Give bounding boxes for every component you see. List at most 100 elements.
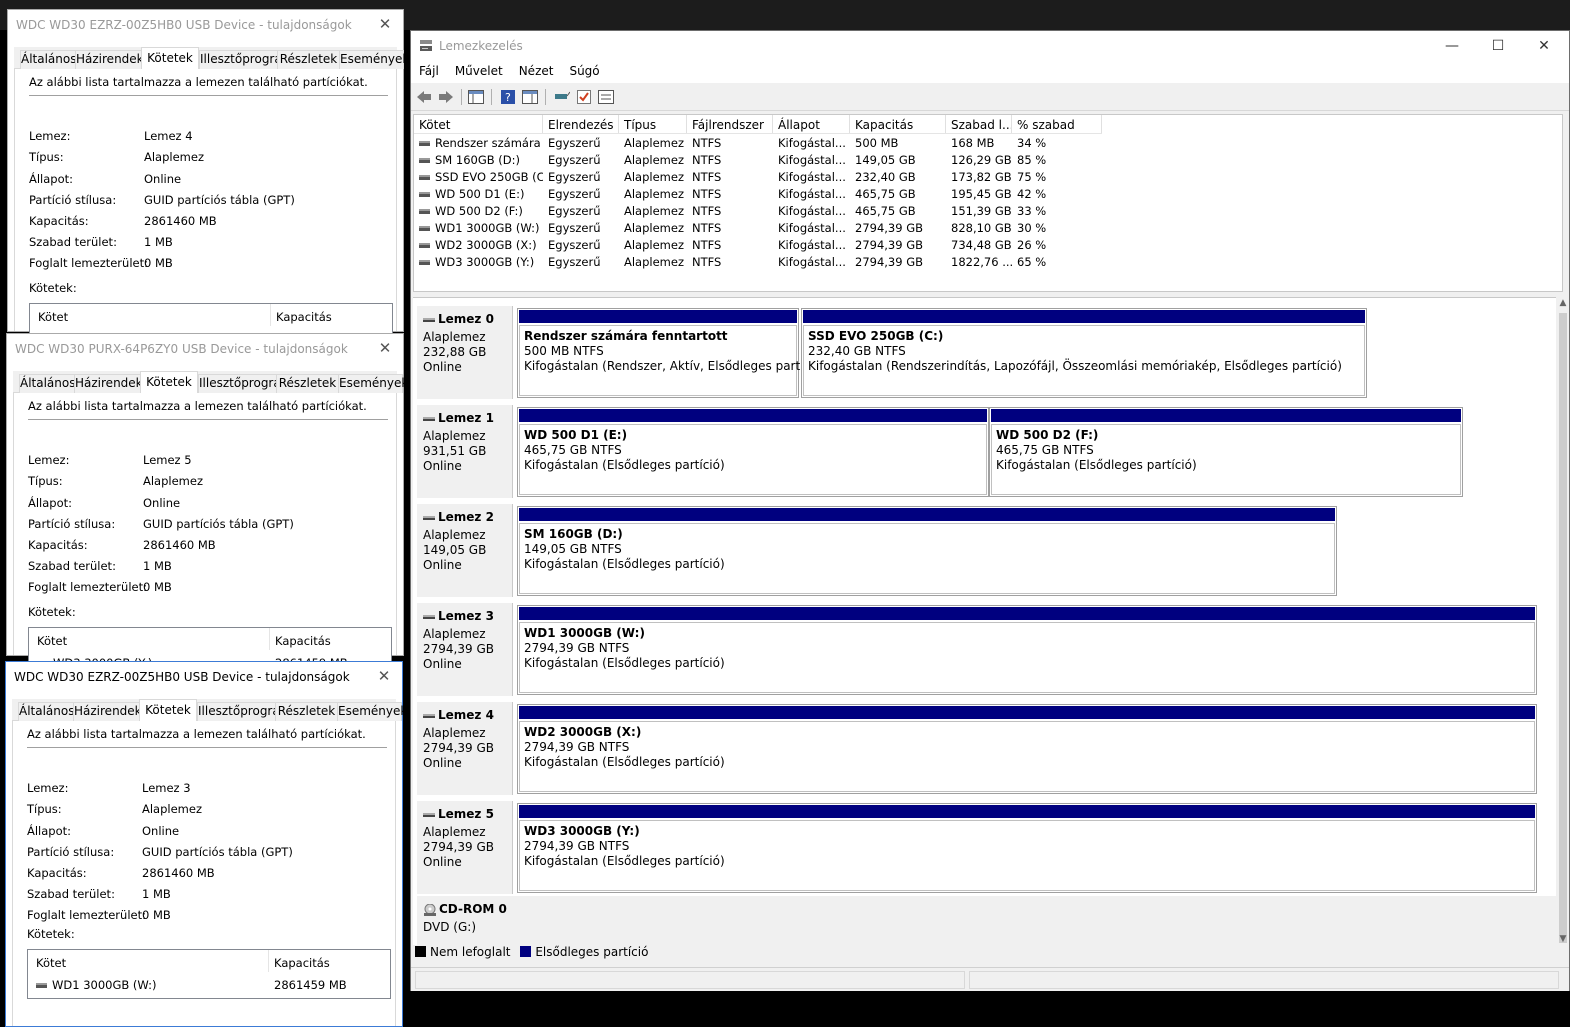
back-arrow-icon[interactable] [415,88,433,106]
cell-text: Kifogástal... [778,136,846,150]
disk-row[interactable]: Lemez 3 Alaplemez 2794,39 GB Online WD1 3000… [413,600,1556,696]
vol-col-capacity[interactable]: Kapacitás [275,634,331,648]
disk-row[interactable]: Lemez 1 Alaplemez 931,51 GB Online WD 500 D1… [413,402,1556,498]
properties-pane-icon[interactable] [521,88,539,106]
vol-col-volume[interactable]: Kötet [36,956,66,970]
partition[interactable]: WD1 3000GB (W:) 2794,39 GB NTFS Kifogástal… [517,605,1537,695]
partition-size: 465,75 GB NTFS [524,443,622,457]
volumes-table[interactable]: Kötet Kapacitás WD1 3000GB (W:) 2861459 MB [27,949,391,999]
partition[interactable]: WD 500 D1 (E:) 465,75 GB NTFS Kifogástalan… [517,407,989,497]
checklist-icon[interactable] [575,88,593,106]
volume-row[interactable]: SM 160GB (D:) Egyszerű Alaplemez NTFS Kifogá… [414,152,1102,169]
vol-col-capacity[interactable]: Kapacitás [274,956,330,970]
volume-row[interactable]: Rendszer számára ... Egyszerű Alaplemez NTF… [414,135,1102,152]
disk-row[interactable]: Lemez 5 Alaplemez 2794,39 GB Online WD3 3000… [413,798,1556,894]
help-icon[interactable]: ? [499,88,517,106]
volume-row[interactable]: WD1 3000GB (W:) Egyszerű Alaplemez NTFS Kifo… [414,220,1102,237]
partition[interactable]: SM 160GB (D:) 149,05 GB NTFS Kifogástalan … [517,506,1337,596]
cell-filesystem: NTFS [687,220,773,237]
disk-label[interactable]: Lemez 5 Alaplemez 2794,39 GB Online [417,801,513,894]
volume-row[interactable]: WD 500 D2 (F:) Egyszerű Alaplemez NTFS Kifog… [414,203,1102,220]
tab-driver[interactable]: Illesztőprogram [199,50,293,69]
col-layout[interactable]: Elrendezés [543,115,619,133]
tab-events[interactable]: Események [338,374,408,393]
tab-driver[interactable]: Illesztőprogram [197,702,291,721]
connect-disk-icon[interactable] [553,88,571,106]
tab-driver[interactable]: Illesztőprogram [198,374,292,393]
volume-row[interactable]: SSD EVO 250GB (C:) Egyszerű Alaplemez NTFS K… [414,169,1102,186]
disk-type: Alaplemez [423,528,486,542]
scrollbar-thumb[interactable] [1559,313,1567,943]
vol-col-volume[interactable]: Kötet [37,634,67,648]
volume-row[interactable]: WD3 3000GB (Y:) Egyszerű Alaplemez NTFS Kifo… [414,254,1102,271]
tab-events[interactable]: Események [339,50,409,69]
partition[interactable]: SSD EVO 250GB (C:) 232,40 GB NTFS Kifogást… [801,308,1367,398]
menu-help[interactable]: Súgó [561,61,607,78]
disk-label[interactable]: Lemez 0 Alaplemez 232,88 GB Online [417,306,513,399]
tab-volumes[interactable]: Kötetek [140,371,198,394]
title-bar[interactable]: Lemezkezelés — ☐ ✕ [411,31,1569,61]
scroll-down-icon[interactable]: ▼ [1557,934,1569,944]
tab-details[interactable]: Részletek [275,702,338,721]
vol-col-capacity[interactable]: Kapacitás [276,310,332,324]
forward-arrow-icon[interactable] [437,88,455,106]
tab-general[interactable]: Általános [20,50,77,69]
cdrom-row[interactable]: CD-ROM 0 DVD (G:) [413,893,1556,949]
tab-events[interactable]: Események [337,702,407,721]
col-percent-free[interactable]: % szabad [1012,115,1102,133]
disk-row[interactable]: Lemez 0 Alaplemez 232,88 GB Online Rendszer … [413,303,1556,399]
scroll-up-icon[interactable]: ▲ [1557,298,1569,308]
tab-general[interactable]: Általános [19,374,76,393]
vol-col-volume[interactable]: Kötet [38,310,68,324]
tab-volumes[interactable]: Kötetek [139,699,197,722]
tab-policies[interactable]: Házirendek [73,702,142,721]
show-hide-tree-icon[interactable] [467,88,485,106]
col-free-space[interactable]: Szabad l... [946,115,1012,133]
disk-row[interactable]: Lemez 2 Alaplemez 149,05 GB Online SM 160GB … [413,501,1556,597]
close-icon[interactable]: ✕ [373,12,397,36]
cell-text: Alaplemez [624,187,684,201]
col-type[interactable]: Típus [619,115,687,133]
disk-row[interactable]: Lemez 4 Alaplemez 2794,39 GB Online WD2 3000… [413,699,1556,795]
menu-action[interactable]: Művelet [447,61,511,78]
close-icon[interactable]: ✕ [373,336,397,360]
partition[interactable]: WD 500 D2 (F:) 465,75 GB NTFS Kifogástalan… [989,407,1463,497]
disk-size: 232,88 GB [423,345,487,359]
tab-general[interactable]: Általános [18,702,75,721]
partition[interactable]: WD3 3000GB (Y:) 2794,39 GB NTFS Kifogástal… [517,803,1537,893]
maximize-icon[interactable]: ☐ [1475,31,1521,61]
menu-file[interactable]: Fájl [411,61,447,78]
tab-details[interactable]: Részletek [277,50,340,69]
col-capacity[interactable]: Kapacitás [850,115,946,133]
volume-row[interactable]: WD 500 D1 (E:) Egyszerű Alaplemez NTFS Kifog… [414,186,1102,203]
volume-icon [419,192,430,197]
settings-list-icon[interactable] [597,88,615,106]
tab-volumes[interactable]: Kötetek [141,47,199,70]
minimize-icon[interactable]: — [1429,31,1475,61]
menu-view[interactable]: Nézet [511,61,562,78]
vertical-scrollbar[interactable]: ▲ ▼ [1557,297,1569,945]
close-icon[interactable]: ✕ [372,664,396,688]
disk-icon [423,812,435,817]
tab-page-volumes: Az alábbi lista tartalmazza a lemezen ta… [14,69,397,353]
partition[interactable]: WD2 3000GB (X:) 2794,39 GB NTFS Kifogástal… [517,704,1537,794]
disk-label[interactable]: Lemez 3 Alaplemez 2794,39 GB Online [417,603,513,696]
volume-entry[interactable]: WD1 3000GB (W:) [36,978,156,992]
partition[interactable]: Rendszer számára fenntartott 500 MB NTFS K… [517,308,825,398]
tab-policies[interactable]: Házirendek [75,50,144,69]
col-filesystem[interactable]: Fájlrendszer [687,115,773,133]
col-status[interactable]: Állapot [773,115,850,133]
cdrom-area [513,896,1556,946]
disk-label[interactable]: Lemez 4 Alaplemez 2794,39 GB Online [417,702,513,795]
volume-row[interactable]: WD2 3000GB (X:) Egyszerű Alaplemez NTFS Kifo… [414,237,1102,254]
tab-policies[interactable]: Házirendek [74,374,143,393]
disk-label[interactable]: Lemez 2 Alaplemez 149,05 GB Online [417,504,513,597]
cell-free-space: 173,82 GB [946,169,1012,186]
prop-label: Kapacitás: [29,214,89,228]
disk-label[interactable]: Lemez 1 Alaplemez 931,51 GB Online [417,405,513,498]
legend-swatch-primary [520,946,532,957]
tab-details[interactable]: Részletek [276,374,339,393]
cell-layout: Egyszerű [543,220,619,237]
close-icon[interactable]: ✕ [1521,31,1567,61]
col-volume[interactable]: Kötet [414,115,543,133]
